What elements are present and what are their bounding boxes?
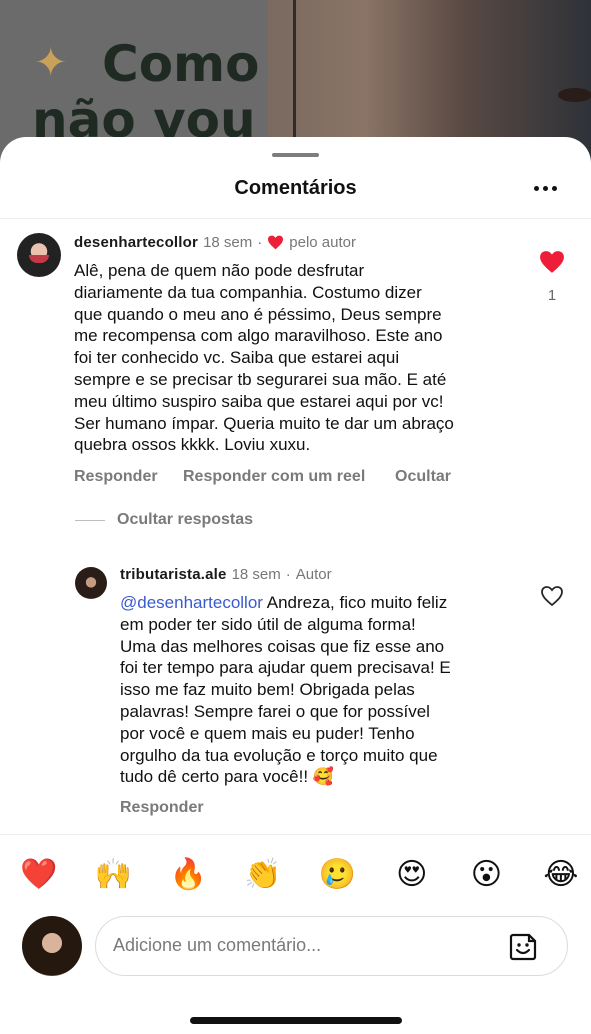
reel-photo-eyes xyxy=(548,80,591,110)
emoji-fire[interactable]: 🔥 xyxy=(169,855,207,893)
comment-input-placeholder: Adicione um comentário... xyxy=(113,935,322,955)
reply-mention[interactable]: @desenhartecollor xyxy=(120,593,263,612)
sticker-icon[interactable] xyxy=(507,931,539,963)
emoji-clap[interactable]: 👏 xyxy=(244,855,282,893)
comment-text-line: quebra ossos kkkk. Loviu xuxu. xyxy=(74,435,311,455)
hide-button[interactable]: Ocultar xyxy=(395,468,451,486)
more-options-icon[interactable] xyxy=(530,181,560,195)
comment-text-line: que quando o meu ano é péssimo, Deus sem… xyxy=(74,304,442,324)
reel-overlay-line: Como xyxy=(102,35,260,93)
reply-time: 18 sem xyxy=(231,566,281,583)
liked-by-author-label: pelo autor xyxy=(289,234,356,251)
comment-text-line: foi ter conhecido vc. Saiba que estarei … xyxy=(74,348,400,368)
reply-reply-button[interactable]: Responder xyxy=(120,799,204,817)
reply-text-line: orgulho da tua evolução e torço muito qu… xyxy=(120,745,438,765)
divider xyxy=(0,834,591,835)
comment-header: desenhartecollor 18 sem · pelo autor xyxy=(74,234,356,251)
comment-input[interactable]: Adicione um comentário... xyxy=(95,916,568,976)
reply-text-line: em poder ter sido útil de alguma forma! xyxy=(120,614,416,634)
emoji-heart-eyes[interactable]: 😍 xyxy=(393,855,431,893)
reply-text-line: Uma das melhores coisas que fiz esse ano xyxy=(120,636,445,656)
emoji-raising-hands[interactable]: 🙌 xyxy=(95,855,133,893)
divider xyxy=(0,218,591,219)
like-heart-filled-icon[interactable] xyxy=(539,250,565,274)
comment-actions: Responder Responder com um reel Ocultar xyxy=(74,468,451,486)
reply-actions: Responder xyxy=(120,799,204,817)
emoji-surprised[interactable]: 😮 xyxy=(467,855,505,893)
reel-overlay-text: Como não vou xyxy=(32,36,260,148)
home-indicator[interactable] xyxy=(190,1017,402,1024)
reply-button[interactable]: Responder xyxy=(74,468,183,486)
meta-separator: · xyxy=(257,234,263,251)
hide-replies-rule xyxy=(75,519,105,521)
comment-username[interactable]: desenhartecollor xyxy=(74,234,198,251)
comment-text-line: meu último suspiro saiba que estarei aqu… xyxy=(74,391,444,411)
current-user-avatar xyxy=(22,916,82,976)
reply-username[interactable]: tributarista.ale xyxy=(120,566,227,583)
reply-text-line: tudo dê certo para você!! 🥰 xyxy=(120,767,334,787)
comment-time: 18 sem xyxy=(203,234,253,251)
reply-author-avatar[interactable] xyxy=(75,567,107,599)
comment-text-line: me recompensa com algo maravilhoso. Este… xyxy=(74,326,443,346)
author-liked-heart-icon xyxy=(268,235,284,250)
comment-text-line: diariamente da tua companhia. Costumo di… xyxy=(74,282,422,302)
comment-text-line: Alê, pena de quem não pode desfrutar xyxy=(74,261,365,280)
comment-text: Alê, pena de quem não pode desfrutar diar… xyxy=(74,260,534,456)
comment-text-line: sempre e se precisar tb segurarei sua mã… xyxy=(74,369,447,389)
reply-text-line: foi ter tempo para ajudar quem precisava… xyxy=(120,658,451,678)
comment-composer: Adicione um comentário... xyxy=(0,912,591,982)
hide-replies-toggle[interactable]: Ocultar respostas xyxy=(75,511,253,529)
comment-like-count[interactable]: 1 xyxy=(540,287,564,304)
meta-separator: · xyxy=(285,566,291,583)
author-badge: Autor xyxy=(295,566,332,583)
reply-text-line: por você e quem mais eu puder! Tenho xyxy=(120,723,415,743)
emoji-quick-bar: ❤️ 🙌 🔥 👏 🥲 😍 😮 😂 xyxy=(20,855,580,893)
hide-replies-label[interactable]: Ocultar respostas xyxy=(117,511,253,529)
comments-sheet: Comentários desenhartecollor 18 sem · pe… xyxy=(0,137,591,1034)
reply-text-line: palavras! Sempre farei o que for possíve… xyxy=(120,701,430,721)
reply-with-reel-button[interactable]: Responder com um reel xyxy=(183,468,395,486)
emoji-smiling-tear[interactable]: 🥲 xyxy=(318,855,356,893)
sheet-grabber[interactable] xyxy=(272,153,319,157)
comment-text-line: Ser humano ímpar. Queria muito te dar um… xyxy=(74,413,454,433)
emoji-laughing[interactable]: 😂 xyxy=(542,855,580,893)
like-heart-outline-icon[interactable] xyxy=(540,585,564,607)
reply-text-first: Andreza, fico muito feliz xyxy=(262,593,448,612)
commenter-avatar[interactable] xyxy=(17,233,61,277)
reply-header: tributarista.ale 18 sem · Autor xyxy=(120,566,332,583)
reply-text-line: isso me faz muito bem! Obrigada pelas xyxy=(120,680,415,700)
reply-text: @desenhartecollor Andreza, fico muito fe… xyxy=(120,592,530,788)
sheet-title: Comentários xyxy=(234,177,357,199)
emoji-heart[interactable]: ❤️ xyxy=(20,855,58,893)
